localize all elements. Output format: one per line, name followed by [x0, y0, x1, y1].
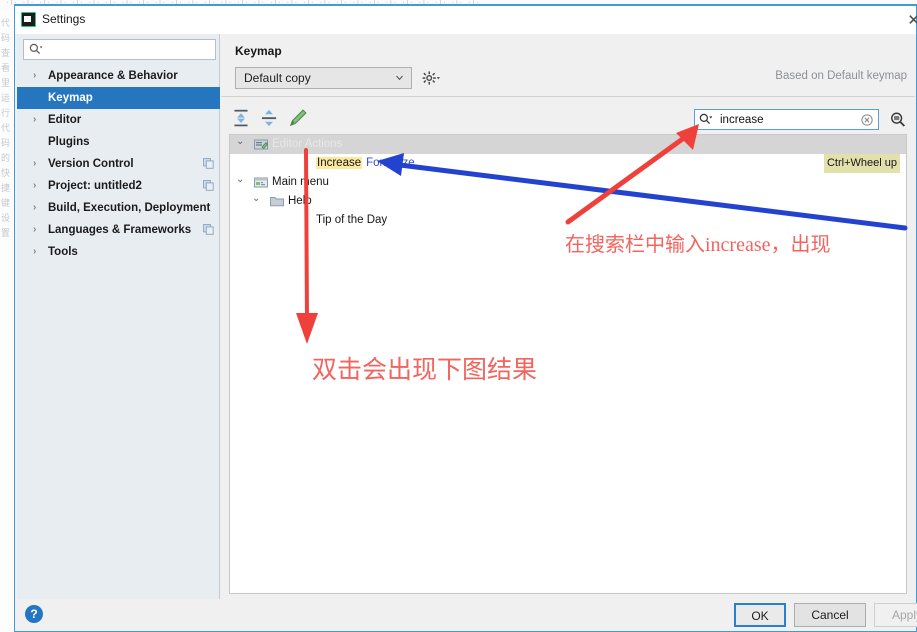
tree-node-label: Main menu [272, 176, 329, 188]
gear-icon[interactable] [421, 70, 441, 86]
chevron-down-icon [396, 75, 403, 81]
copy-icon[interactable] [203, 224, 214, 235]
tree-row[interactable]: ⌄ Editor Actions [230, 135, 906, 154]
chevron-right-icon[interactable]: › [33, 175, 36, 197]
sidebar-item-label: Project: untitled2 [48, 180, 142, 192]
sidebar-item-list: › Appearance & Behavior Keymap › Editor Plugi… [17, 65, 220, 263]
sidebar-item-project-untitled2[interactable]: › Project: untitled2 [17, 175, 220, 197]
sidebar-item-version-control[interactable]: › Version Control [17, 153, 220, 175]
sidebar-search-input[interactable] [48, 42, 208, 57]
edit-shortcut-icon[interactable] [286, 106, 310, 128]
keymap-tree[interactable]: ⌄ Editor Actions Increase Font Size Ctrl+Whe… [229, 134, 907, 594]
shortcut-badge: Ctrl+Wheel up [823, 154, 900, 173]
sidebar-item-editor[interactable]: › Editor [17, 109, 220, 131]
ok-button[interactable]: OK [734, 603, 786, 627]
close-icon[interactable]: ✕ [907, 11, 917, 29]
chevron-right-icon[interactable]: › [33, 219, 36, 241]
keymap-find-input[interactable] [718, 112, 850, 127]
cancel-button[interactable]: Cancel [794, 603, 866, 627]
collapse-all-icon[interactable] [257, 106, 281, 128]
sidebar-item-label: Keymap [48, 92, 93, 104]
sidebar-item-label: Plugins [48, 136, 90, 148]
keymap-toolbar [229, 106, 310, 130]
chevron-down-icon[interactable]: ⌄ [236, 132, 244, 151]
sidebar-item-label: Tools [48, 246, 78, 258]
keymap-find-box[interactable] [694, 109, 879, 130]
tree-row[interactable]: Increase Font Size Ctrl+Wheel up [230, 154, 906, 173]
chevron-down-icon[interactable]: ⌄ [236, 170, 244, 189]
clear-icon[interactable] [861, 114, 873, 126]
sidebar-item-label: Version Control [48, 158, 134, 170]
folder-icon [270, 197, 284, 207]
editor-actions-icon [254, 139, 268, 150]
sidebar-search-box[interactable] [23, 39, 216, 60]
keymap-scheme-select[interactable]: Default copy [235, 67, 412, 89]
chevron-right-icon[interactable]: › [33, 197, 36, 219]
help-icon[interactable]: ? [25, 605, 43, 623]
screenshot-root: ·l· ·l· ·l· ·l· ·l· ·l· ·l· ·l· ·l· ·l· … [0, 0, 917, 632]
sidebar-item-languages-frameworks[interactable]: › Languages & Frameworks [17, 219, 220, 241]
chevron-down-icon[interactable]: ⌄ [252, 189, 260, 208]
tree-node-label: Editor Actions [272, 138, 343, 150]
chevron-right-icon[interactable]: › [33, 241, 36, 263]
pycharm-app-icon [21, 12, 36, 27]
copy-icon[interactable] [203, 180, 214, 191]
help-icon-label: ? [30, 607, 38, 621]
sidebar-item-label: Appearance & Behavior [48, 70, 178, 82]
tree-node-label-matched: Increase Font Size [316, 154, 415, 173]
expand-all-icon[interactable] [229, 106, 253, 128]
tree-row[interactable]: Tip of the Day [230, 211, 906, 230]
keymap-panel: Keymap Default copy Based on Default key… [221, 34, 915, 602]
tree-node-label-rest: Font Size [366, 157, 415, 169]
sidebar-item-appearance-behavior[interactable]: › Appearance & Behavior [17, 65, 220, 87]
sidebar-item-keymap[interactable]: Keymap [17, 87, 220, 109]
tree-node-label: Tip of the Day [316, 214, 388, 226]
dialog-footer: ? OK Cancel Apply [15, 599, 917, 631]
dialog-title: Settings [42, 12, 86, 26]
main-menu-icon [254, 177, 268, 188]
sidebar-item-label: Editor [48, 114, 82, 126]
sidebar-item-build-execution-deployment[interactable]: › Build, Execution, Deployment [17, 197, 220, 219]
settings-dialog: Settings ✕ › Appearance & Behavior Keymap ›… [14, 4, 917, 632]
tree-row[interactable]: ⌄ Help [230, 192, 906, 211]
sidebar-item-label: Languages & Frameworks [48, 224, 192, 236]
settings-sidebar: › Appearance & Behavior Keymap › Editor Plugi… [17, 34, 220, 602]
find-by-shortcut-icon[interactable] [888, 110, 908, 130]
background-left-text: 代码查看里运行代码的快捷键设置 [1, 18, 11, 238]
keymap-tree-rows: ⌄ Editor Actions Increase Font Size Ctrl+Whe… [230, 135, 906, 230]
dialog-titlebar: Settings ✕ [15, 6, 917, 34]
copy-icon[interactable] [203, 158, 214, 169]
match-highlight: Increase [316, 157, 363, 169]
chevron-right-icon[interactable]: › [33, 109, 36, 131]
chevron-right-icon[interactable]: › [33, 65, 36, 87]
tree-node-label: Help [288, 195, 312, 207]
sidebar-item-label: Build, Execution, Deployment [48, 202, 211, 214]
search-icon [29, 43, 42, 55]
based-on-keymap-label: Based on Default keymap [775, 70, 907, 82]
chevron-right-icon[interactable]: › [33, 153, 36, 175]
background-app-left-strip: 代码查看里运行代码的快捷键设置 [0, 10, 14, 632]
search-icon [699, 113, 712, 125]
sidebar-item-plugins[interactable]: Plugins [17, 131, 220, 153]
page-title: Keymap [235, 44, 282, 58]
apply-button: Apply [874, 603, 917, 627]
divider [221, 96, 915, 97]
tree-row[interactable]: ⌄ Main menu [230, 173, 906, 192]
keymap-scheme-value: Default copy [244, 71, 311, 85]
sidebar-item-tools[interactable]: › Tools [17, 241, 220, 263]
